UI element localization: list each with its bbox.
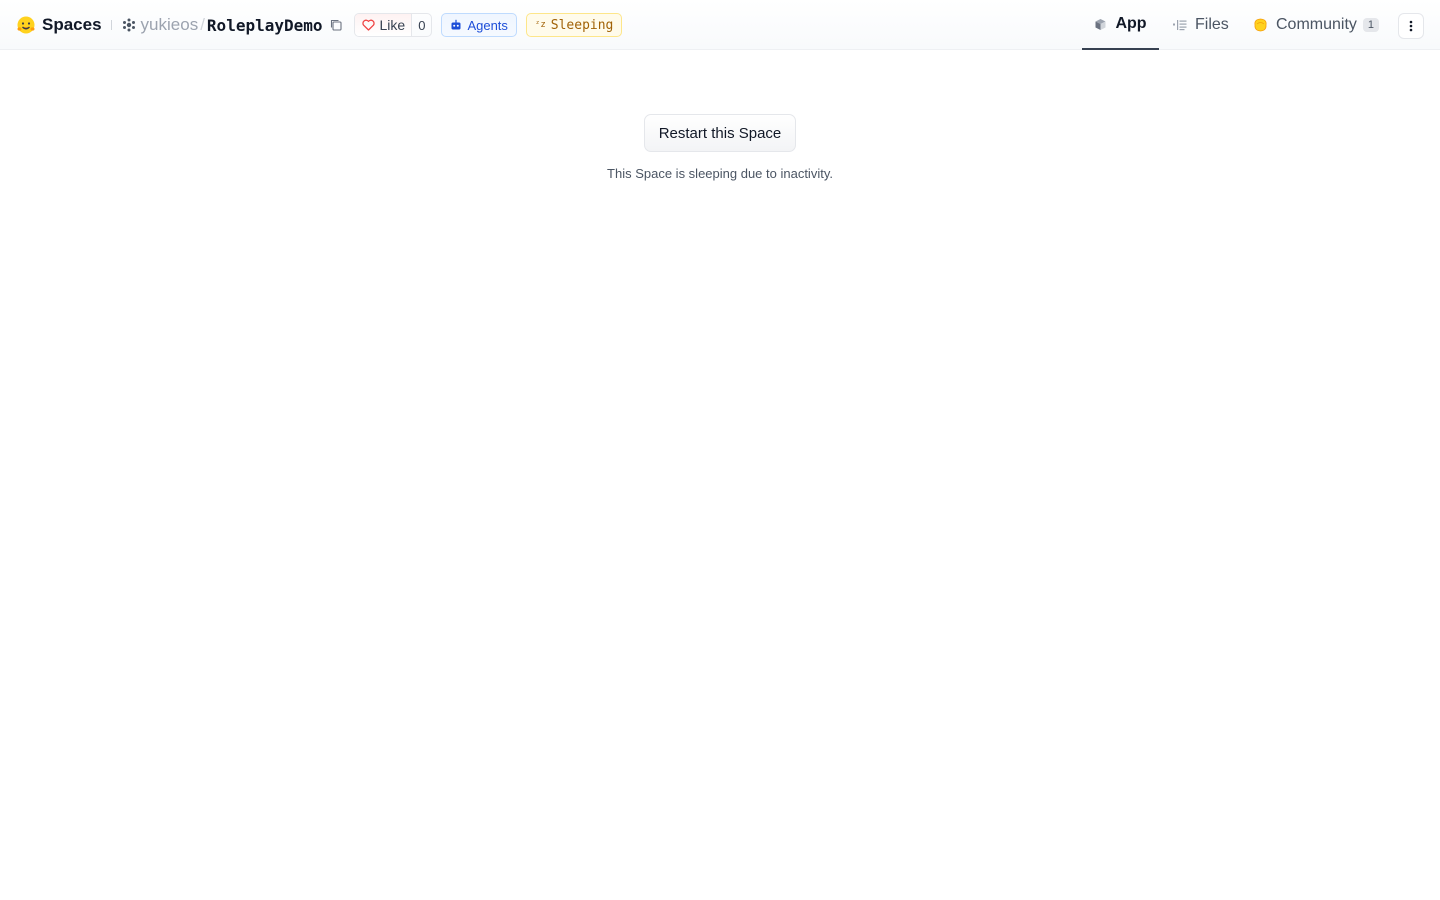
tab-files[interactable]: Files xyxy=(1173,0,1229,50)
more-options-button[interactable] xyxy=(1398,13,1424,39)
repo-owner-link[interactable]: yukieos xyxy=(141,15,199,35)
tab-files-label: Files xyxy=(1195,16,1229,33)
like-button[interactable]: Like xyxy=(354,14,413,36)
files-icon xyxy=(1173,20,1187,31)
sleeping-icon: ᶻz xyxy=(534,20,546,30)
app-cube-icon xyxy=(1095,18,1106,30)
agents-label: Agents xyxy=(467,17,508,33)
tab-app-label: App xyxy=(1115,15,1147,32)
like-button-group: Like 0 xyxy=(353,13,433,37)
copy-icon[interactable] xyxy=(329,18,343,32)
status-badge: ᶻz Sleeping xyxy=(525,13,623,37)
tab-community-label: Community xyxy=(1276,16,1357,33)
repo-name-link[interactable]: RoleplayDemo xyxy=(207,16,323,35)
community-icon xyxy=(1254,18,1267,32)
header-divider xyxy=(110,20,112,30)
hugging-face-logo-icon[interactable] xyxy=(16,15,36,35)
robot-icon xyxy=(451,19,461,30)
org-avatar-icon[interactable] xyxy=(122,18,136,32)
path-separator: / xyxy=(200,15,205,34)
tab-app[interactable]: App xyxy=(1082,0,1159,50)
restart-space-button[interactable]: Restart this Space xyxy=(644,114,796,152)
header-left: Spaces yukieos / RoleplayDemo Like 0 Age… xyxy=(16,0,623,50)
like-label: Like xyxy=(379,17,406,33)
discussion-count-badge: 1 xyxy=(1362,18,1380,32)
sleep-message: This Space is sleeping due to inactivity… xyxy=(607,166,833,181)
tab-community[interactable]: Community 1 xyxy=(1253,0,1380,50)
spaces-label[interactable]: Spaces xyxy=(42,15,102,35)
heart-icon xyxy=(361,19,375,31)
like-count[interactable]: 0 xyxy=(412,14,431,36)
agents-badge[interactable]: Agents xyxy=(441,13,517,37)
status-label: Sleeping xyxy=(550,17,614,33)
more-vertical-icon xyxy=(1409,20,1413,32)
top-header: Spaces yukieos / RoleplayDemo Like 0 Age… xyxy=(0,0,1440,50)
